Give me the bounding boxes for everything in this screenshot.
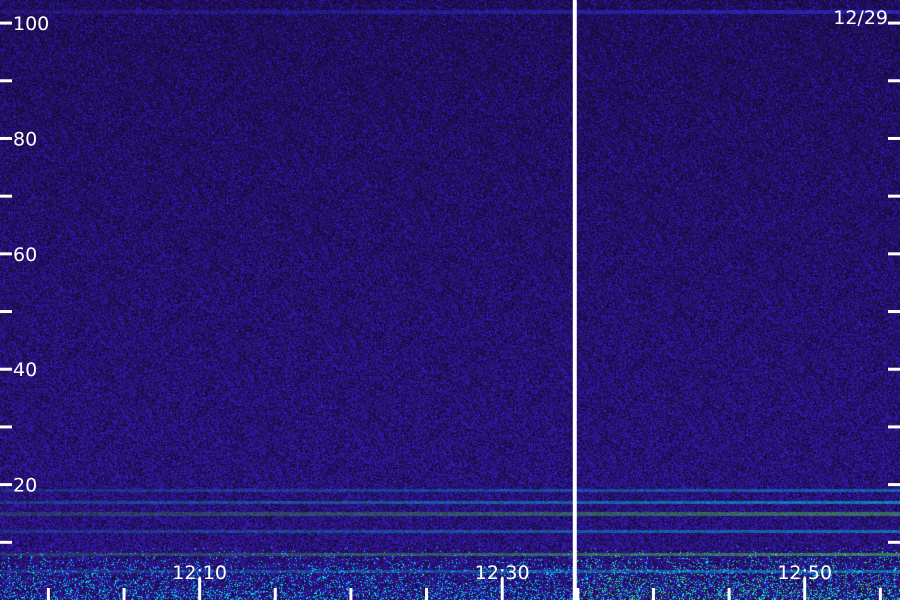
y-axis-ticks: 100 80 60 40 20 xyxy=(0,13,900,544)
x-tick-label: 12:50 xyxy=(777,562,832,584)
date-label: 12/29 xyxy=(833,7,888,29)
x-tick-label: 12:30 xyxy=(475,562,530,584)
y-tick-label: 20 xyxy=(13,475,37,497)
chart-overlay: 100 80 60 40 20 12:10 12:30 12:50 12/29 xyxy=(0,0,900,600)
spectrogram-chart: 100 80 60 40 20 12:10 12:30 12:50 12/29 xyxy=(0,0,900,600)
x-tick-label: 12:10 xyxy=(172,562,227,584)
y-tick-label: 100 xyxy=(13,13,49,35)
x-axis-ticks: 12:10 12:30 12:50 xyxy=(46,562,882,600)
y-tick-label: 40 xyxy=(13,359,37,381)
y-tick-label: 60 xyxy=(13,244,37,266)
y-tick-label: 80 xyxy=(13,128,37,150)
